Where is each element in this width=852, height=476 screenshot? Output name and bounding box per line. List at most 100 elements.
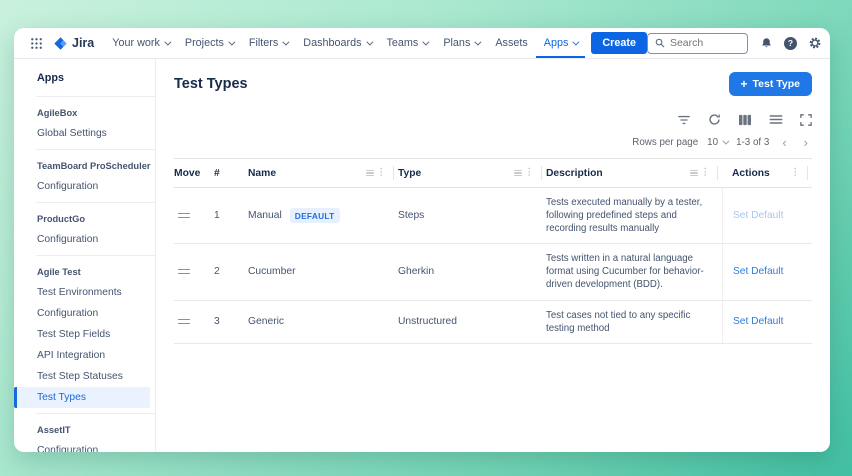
column-separator <box>717 166 718 180</box>
nav-item-your-work[interactable]: Your work <box>104 28 177 58</box>
columns-icon[interactable] <box>738 114 752 126</box>
pagination-bar: Rows per page 10 1-3 of 3 ‹ › <box>174 136 812 149</box>
sidebar-item-configuration[interactable]: Configuration <box>14 303 155 324</box>
sidebar-item-global-settings[interactable]: Global Settings <box>14 123 155 144</box>
sidebar-section-agilebox: AgileBox <box>14 102 155 123</box>
plus-icon: + <box>741 78 748 90</box>
nav-item-assets[interactable]: Assets <box>487 28 535 58</box>
chevron-down-icon <box>722 138 729 145</box>
notifications-bell-icon[interactable] <box>760 37 773 50</box>
help-icon[interactable]: ? <box>784 37 797 50</box>
sidebar-item-test-step-statuses[interactable]: Test Step Statuses <box>14 366 155 387</box>
row-number: 2 <box>214 258 248 285</box>
test-type-name: Manual <box>248 210 282 221</box>
divider <box>36 149 155 150</box>
create-button[interactable]: Create <box>591 32 647 54</box>
search-box[interactable] <box>647 33 748 54</box>
app-window: Jira Your work Projects Filters Dashboar… <box>14 28 830 452</box>
column-options-icon[interactable]: ⋮ <box>701 168 711 178</box>
apps-sidebar: Apps AgileBox Global Settings TeamBoard … <box>14 59 156 452</box>
jira-logo-icon <box>53 36 68 51</box>
set-default-link[interactable]: Set Default <box>733 316 783 327</box>
nav-item-dashboards[interactable]: Dashboards <box>295 28 378 58</box>
sidebar-title: Apps <box>14 72 155 91</box>
column-header-name[interactable]: Name ⋮ <box>248 159 398 187</box>
row-number: 1 <box>214 202 248 229</box>
test-type-type: Unstructured <box>398 308 546 335</box>
fullscreen-icon[interactable] <box>800 114 812 126</box>
column-separator <box>393 166 394 180</box>
column-header-actions[interactable]: Actions ⋮ <box>722 159 812 187</box>
next-page-icon[interactable]: › <box>800 136 812 149</box>
column-separator <box>541 166 542 180</box>
jira-logo-text: Jira <box>72 36 94 50</box>
sidebar-item-configuration[interactable]: Configuration <box>14 176 155 197</box>
column-menu-icon[interactable] <box>690 170 698 177</box>
test-type-description: Tests executed manually by a tester, fol… <box>546 188 722 243</box>
chevron-down-icon <box>283 38 290 45</box>
set-default-link[interactable]: Set Default <box>733 210 783 221</box>
column-menu-icon[interactable] <box>366 170 374 177</box>
sidebar-item-test-types[interactable]: Test Types <box>14 387 150 408</box>
chevron-down-icon <box>573 38 580 45</box>
set-default-link[interactable]: Set Default <box>733 266 783 277</box>
column-header-move: Move <box>174 161 214 186</box>
default-badge: DEFAULT <box>290 208 340 223</box>
chevron-down-icon <box>366 38 373 45</box>
divider <box>36 413 155 414</box>
column-separator <box>807 166 808 180</box>
divider <box>36 96 155 97</box>
table-row: 1 Manual DEFAULT Steps Tests executed ma… <box>174 188 812 244</box>
top-navbar: Jira Your work Projects Filters Dashboar… <box>14 28 830 59</box>
nav-item-plans[interactable]: Plans <box>435 28 487 58</box>
sidebar-item-api-integration[interactable]: API Integration <box>14 345 155 366</box>
sidebar-item-configuration[interactable]: Configuration <box>14 440 155 452</box>
main-content: Test Types + Test Type <box>156 59 830 452</box>
nav-item-teams[interactable]: Teams <box>379 28 436 58</box>
test-type-description: Tests written in a natural language form… <box>546 244 722 299</box>
row-number: 3 <box>214 308 248 335</box>
column-options-icon[interactable]: ⋮ <box>791 168 801 178</box>
drag-handle-icon[interactable] <box>178 319 190 324</box>
search-input[interactable] <box>670 37 740 49</box>
nav-item-filters[interactable]: Filters <box>241 28 295 58</box>
test-type-type: Steps <box>398 202 546 229</box>
search-icon <box>655 38 665 48</box>
refresh-icon[interactable] <box>708 113 721 126</box>
divider <box>36 255 155 256</box>
rows-per-page-select[interactable]: 10 <box>707 137 727 148</box>
column-options-icon[interactable]: ⋮ <box>377 168 387 178</box>
sidebar-item-test-environments[interactable]: Test Environments <box>14 282 155 303</box>
app-switcher-grid-icon[interactable] <box>24 37 49 50</box>
density-icon[interactable] <box>769 114 783 125</box>
drag-handle-icon[interactable] <box>178 213 190 218</box>
nav-right-icons: ? <box>760 35 830 52</box>
sidebar-item-configuration[interactable]: Configuration <box>14 229 155 250</box>
add-test-type-button[interactable]: + Test Type <box>729 72 812 96</box>
chevron-down-icon <box>228 38 235 45</box>
column-header-number: # <box>214 161 248 186</box>
jira-logo[interactable]: Jira <box>49 36 104 51</box>
sidebar-section-productgo: ProductGo <box>14 208 155 229</box>
settings-gear-icon[interactable] <box>808 36 822 50</box>
pagination-range: 1-3 of 3 <box>736 137 769 148</box>
drag-handle-icon[interactable] <box>178 269 190 274</box>
test-types-table: Move # Name ⋮ Type <box>174 158 812 344</box>
test-type-name: Generic <box>248 316 284 327</box>
column-options-icon[interactable]: ⋮ <box>525 168 535 178</box>
table-header-row: Move # Name ⋮ Type <box>174 158 812 188</box>
column-header-type[interactable]: Type ⋮ <box>398 159 546 187</box>
column-menu-icon[interactable] <box>514 170 522 177</box>
page-title: Test Types <box>174 76 248 92</box>
previous-page-icon[interactable]: ‹ <box>778 136 790 149</box>
sidebar-item-test-step-fields[interactable]: Test Step Fields <box>14 324 155 345</box>
divider <box>36 202 155 203</box>
filter-icon[interactable] <box>677 114 691 126</box>
nav-item-apps[interactable]: Apps <box>536 28 586 58</box>
table-toolbar <box>174 113 812 126</box>
nav-menu: Your work Projects Filters Dashboards Te… <box>104 28 585 58</box>
test-type-type: Gherkin <box>398 258 546 285</box>
column-header-description[interactable]: Description ⋮ <box>546 159 722 187</box>
nav-item-projects[interactable]: Projects <box>177 28 241 58</box>
rows-per-page-label: Rows per page <box>632 137 698 148</box>
